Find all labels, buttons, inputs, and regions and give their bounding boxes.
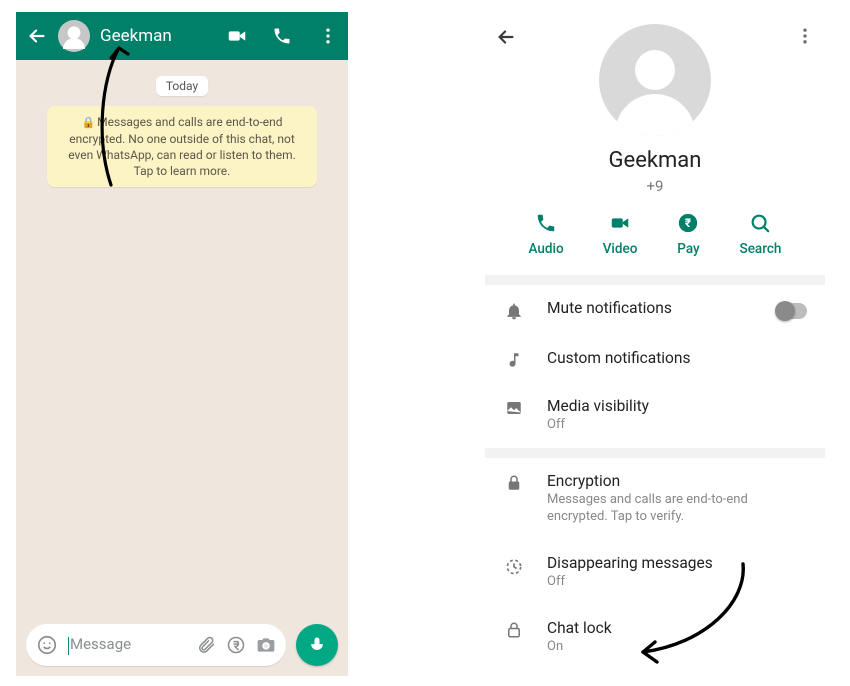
phone-icon	[534, 211, 558, 235]
search-action[interactable]: Search	[740, 211, 782, 257]
chat-lock-sub: On	[547, 639, 807, 656]
disappearing-title: Disappearing messages	[547, 554, 807, 572]
video-icon	[608, 211, 632, 235]
contact-name[interactable]: Geekman	[100, 26, 172, 46]
search-label: Search	[740, 241, 782, 257]
video-call-icon[interactable]	[226, 25, 248, 47]
chat-lock-row[interactable]: Chat lock On	[485, 605, 825, 670]
chat-body: Today 🔒Messages and calls are end-to-end…	[16, 60, 348, 676]
bell-icon	[503, 301, 525, 321]
video-label: Video	[603, 241, 638, 257]
mute-title: Mute notifications	[547, 299, 755, 317]
timer-icon	[503, 556, 525, 576]
encryption-notice-text: Messages and calls are end-to-end encryp…	[68, 115, 296, 178]
camera-icon[interactable]	[256, 635, 276, 655]
voice-call-icon[interactable]	[272, 26, 292, 46]
mic-button[interactable]	[296, 624, 338, 666]
message-input-box[interactable]: Message	[26, 624, 286, 666]
date-pill: Today	[156, 76, 208, 96]
disappearing-messages-row[interactable]: Disappearing messages Off	[485, 540, 825, 605]
chat-lock-icon	[503, 621, 525, 639]
more-icon[interactable]	[795, 26, 815, 50]
music-note-icon	[503, 351, 525, 369]
contact-avatar-large[interactable]	[599, 24, 711, 136]
encryption-title: Encryption	[547, 472, 807, 490]
section-separator	[485, 448, 825, 458]
custom-title: Custom notifications	[547, 349, 807, 367]
chat-screen: Geekman Today 🔒Messages and calls are en…	[16, 12, 348, 676]
custom-notifications-row[interactable]: Custom notifications	[485, 335, 825, 383]
contact-info-phone: +9	[501, 177, 809, 195]
back-icon[interactable]	[26, 25, 48, 47]
contact-avatar[interactable]	[58, 20, 90, 52]
more-icon[interactable]	[318, 26, 338, 46]
message-input[interactable]: Message	[68, 635, 186, 654]
pay-label: Pay	[677, 241, 699, 257]
emoji-icon[interactable]	[36, 634, 58, 656]
input-bar: Message	[26, 624, 338, 666]
encryption-notice[interactable]: 🔒Messages and calls are end-to-end encry…	[47, 106, 317, 187]
lock-icon	[503, 474, 525, 492]
audio-label: Audio	[529, 241, 564, 257]
contact-info-header: Geekman +9 Audio Video ₹ Pay	[485, 6, 825, 275]
contact-info-name: Geekman	[501, 148, 809, 173]
encryption-row[interactable]: Encryption Messages and calls are end-to…	[485, 458, 825, 540]
attach-icon[interactable]	[196, 635, 216, 655]
chat-header: Geekman	[16, 12, 348, 60]
contact-info-screen: Geekman +9 Audio Video ₹ Pay	[485, 6, 825, 680]
media-sub: Off	[547, 417, 807, 434]
video-action[interactable]: Video	[603, 211, 638, 257]
section-separator	[485, 275, 825, 285]
media-title: Media visibility	[547, 397, 807, 415]
disappearing-sub: Off	[547, 574, 807, 591]
mute-notifications-row[interactable]: Mute notifications	[485, 285, 825, 335]
encryption-sub: Messages and calls are end-to-end encryp…	[547, 492, 807, 526]
image-icon	[503, 399, 525, 417]
rupee-icon: ₹	[676, 211, 700, 235]
payment-icon[interactable]	[226, 635, 246, 655]
pay-action[interactable]: ₹ Pay	[676, 211, 700, 257]
lock-icon: 🔒	[81, 116, 95, 129]
mute-toggle[interactable]	[777, 303, 807, 319]
svg-text:₹: ₹	[685, 216, 692, 230]
back-icon[interactable]	[495, 26, 517, 52]
search-icon	[748, 211, 772, 235]
chat-lock-title: Chat lock	[547, 619, 807, 637]
action-row: Audio Video ₹ Pay Search	[501, 195, 809, 275]
media-visibility-row[interactable]: Media visibility Off	[485, 383, 825, 448]
audio-action[interactable]: Audio	[529, 211, 564, 257]
